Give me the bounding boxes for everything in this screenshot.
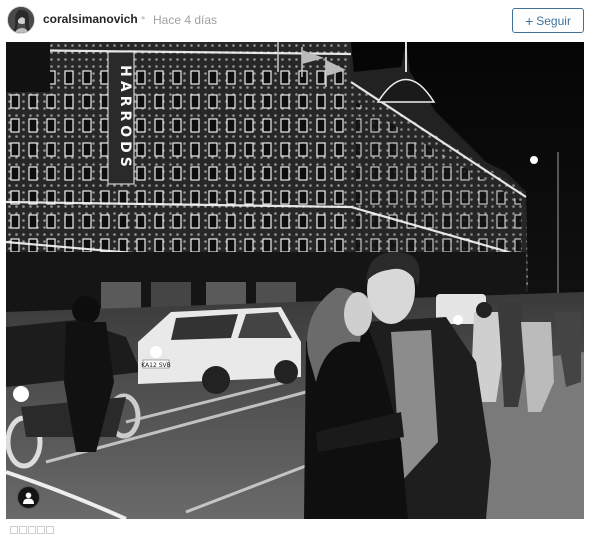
harrods-sign: HARRODS <box>117 65 133 171</box>
username-link[interactable]: coralsimanovich <box>43 12 138 26</box>
plus-icon: + <box>525 12 534 29</box>
box-icon <box>19 526 27 534</box>
box-icon <box>37 526 45 534</box>
box-icon <box>28 526 36 534</box>
user-tag-button[interactable] <box>17 486 40 509</box>
follow-button[interactable]: + Seguir <box>512 8 584 33</box>
post-time[interactable]: Hace 4 días <box>153 13 217 27</box>
box-icon <box>46 526 54 534</box>
avatar[interactable] <box>7 6 35 34</box>
person-icon <box>23 492 34 504</box>
footer-icons <box>10 526 54 534</box>
photo-scene: HARRODS KA12 SVB <box>6 42 584 519</box>
follow-label: Seguir <box>536 13 571 28</box>
separator-dot: • <box>141 11 146 25</box>
license-plate: KA12 SVB <box>141 362 171 369</box>
box-icon <box>10 526 18 534</box>
post-header: coralsimanovich • Hace 4 días + Seguir <box>0 0 589 40</box>
post-photo[interactable]: HARRODS KA12 SVB <box>6 42 584 519</box>
